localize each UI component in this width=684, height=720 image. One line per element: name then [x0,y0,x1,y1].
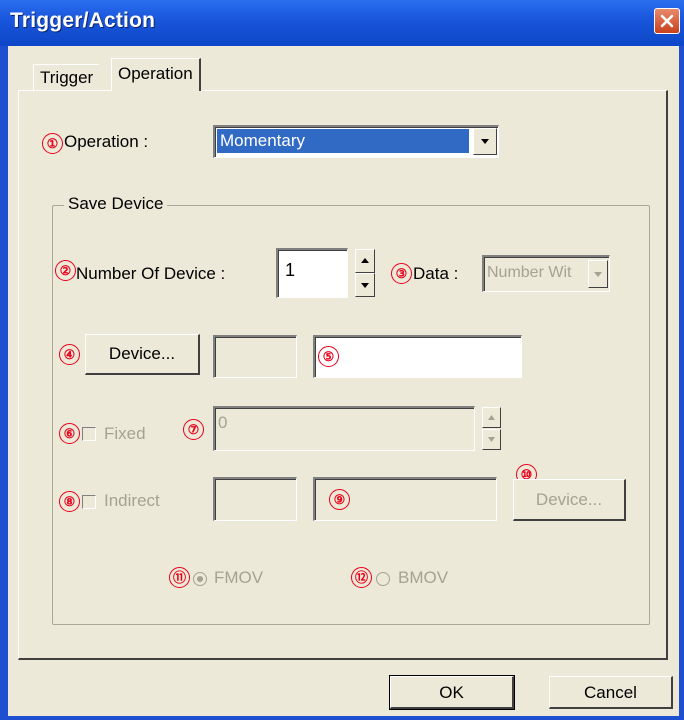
data-select-value: Number Wit [487,264,572,281]
marker-7: ⑦ [183,419,204,440]
indirect-label: Indirect [104,491,160,510]
operation-dropdown-button[interactable] [473,128,497,155]
device-address-field[interactable]: ⑤ [313,335,522,378]
bmov-radio[interactable] [376,572,390,586]
indirect-address-field[interactable]: ⑨ [313,477,497,521]
title-bar[interactable]: Trigger/Action [0,0,684,46]
fixed-value: 0 [218,413,228,432]
tab-trigger[interactable]: Trigger [33,64,100,90]
bmov-label: BMOV [398,568,449,587]
cancel-button[interactable]: Cancel [549,676,673,709]
fixed-spin-up-button[interactable] [482,407,501,428]
device-button[interactable]: Device... [85,334,200,375]
dialog-window: Trigger/Action Trigger Operation ① Opera… [0,0,684,720]
number-of-device-label: Number Of Device : [76,264,226,283]
indirect-device-button[interactable]: Device... [513,479,626,521]
dialog-body: Trigger Operation ① Operation : Momentar… [8,46,679,716]
marker-9: ⑨ [329,489,350,510]
spin-down-button[interactable] [355,273,375,297]
window-title: Trigger/Action [10,9,156,32]
arrow-down-icon [488,437,495,442]
marker-6: ⑥ [59,423,80,444]
data-label: Data : [413,264,459,283]
operation-select-value: Momentary [217,129,469,153]
save-device-title: Save Device [64,194,168,214]
fmov-label: FMOV [214,568,264,587]
marker-3: ③ [391,263,412,284]
device-code-field[interactable] [213,335,297,378]
operation-select[interactable]: Momentary [213,125,499,158]
marker-2: ② [55,260,76,281]
ok-button[interactable]: OK [389,675,515,710]
operation-label: Operation : [64,132,149,151]
close-button[interactable] [654,8,680,34]
arrow-down-icon [361,283,369,288]
fixed-spin-down-button[interactable] [482,429,501,450]
spin-up-button[interactable] [355,249,375,273]
marker-5: ⑤ [318,346,339,367]
close-icon [660,14,674,28]
marker-11: ⑪ [169,567,190,588]
chevron-down-icon [594,272,602,277]
marker-1: ① [42,133,63,154]
marker-4: ④ [59,344,80,365]
data-dropdown-button[interactable] [588,260,608,288]
fixed-checkbox[interactable] [82,427,96,441]
indirect-checkbox[interactable] [82,495,96,509]
indirect-code-field[interactable] [213,477,297,521]
arrow-up-icon [488,415,495,420]
marker-8: ⑧ [59,491,80,512]
fixed-label: Fixed [104,424,146,443]
tab-operation[interactable]: Operation [111,58,201,91]
fixed-value-input[interactable]: 0 [213,406,475,451]
data-select[interactable]: Number Wit [482,255,610,292]
chevron-down-icon [481,139,489,144]
marker-12: ⑫ [351,567,372,588]
fmov-radio[interactable] [193,572,207,586]
number-of-device-value: 1 [285,260,296,280]
arrow-up-icon [361,258,369,263]
number-of-device-input[interactable]: 1 [276,248,348,298]
